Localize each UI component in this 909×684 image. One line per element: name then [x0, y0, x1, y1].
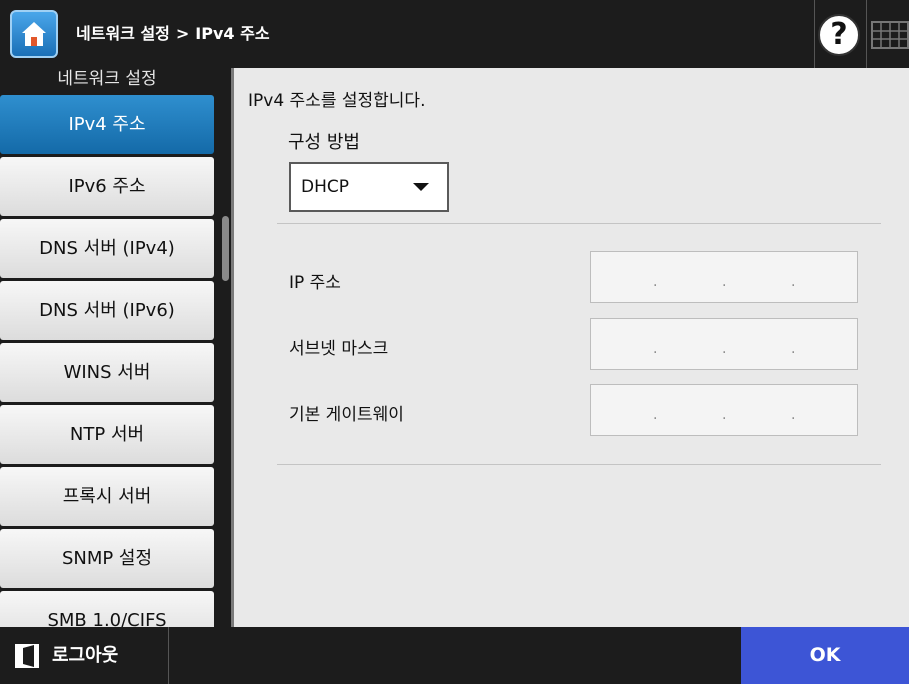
main-panel: IPv4 주소를 설정합니다. 구성 방법 DHCP IP 주소 . . . 서… — [231, 68, 909, 627]
config-method-value: DHCP — [301, 177, 349, 197]
help-button[interactable]: ? — [818, 14, 860, 56]
breadcrumb-separator: > — [175, 24, 190, 43]
header-divider — [814, 0, 815, 68]
home-icon — [22, 22, 46, 46]
header-divider — [866, 0, 867, 68]
chevron-down-icon — [413, 183, 429, 191]
divider — [277, 223, 881, 224]
octet-separator: . — [653, 274, 658, 290]
home-button[interactable] — [10, 10, 58, 58]
breadcrumb-parent[interactable]: 네트워크 설정 — [76, 24, 170, 43]
sidebar-item-dns-ipv4[interactable]: DNS 서버 (IPv4) — [0, 219, 214, 278]
octet-separator: . — [791, 274, 796, 290]
logout-icon — [15, 644, 39, 668]
divider — [277, 464, 881, 465]
sidebar-item-smb-cifs[interactable]: SMB 1.0/CIFS — [0, 591, 214, 627]
sidebar-item-wins-server[interactable]: WINS 서버 — [0, 343, 214, 402]
octet-separator: . — [653, 407, 658, 423]
sidebar-item-proxy-server[interactable]: 프록시 서버 — [0, 467, 214, 526]
header-bar: 네트워크 설정 > IPv4 주소 ? — [0, 0, 909, 68]
default-gateway-label: 기본 게이트웨이 — [289, 405, 404, 425]
sidebar-item-dns-ipv6[interactable]: DNS 서버 (IPv6) — [0, 281, 214, 340]
logout-button[interactable]: 로그아웃 — [0, 627, 168, 684]
config-method-select[interactable]: DHCP — [289, 162, 449, 212]
sidebar-item-ntp-server[interactable]: NTP 서버 — [0, 405, 214, 464]
sidebar: 네트워크 설정 IPv4 주소 IPv6 주소 DNS 서버 (IPv4) DN… — [0, 68, 231, 627]
sidebar-item-ipv4-address[interactable]: IPv4 주소 — [0, 95, 214, 154]
sidebar-item-ipv6-address[interactable]: IPv6 주소 — [0, 157, 214, 216]
keyboard-button[interactable] — [870, 16, 909, 54]
footer-divider — [168, 627, 169, 684]
subnet-mask-label: 서브넷 마스크 — [289, 339, 389, 359]
octet-separator: . — [722, 274, 727, 290]
octet-separator: . — [653, 341, 658, 357]
breadcrumb: 네트워크 설정 > IPv4 주소 — [76, 0, 270, 68]
help-icon: ? — [830, 17, 848, 52]
ok-button[interactable]: OK — [741, 627, 909, 684]
octet-separator: . — [722, 341, 727, 357]
octet-separator: . — [791, 407, 796, 423]
page-description: IPv4 주소를 설정합니다. — [248, 91, 426, 111]
subnet-mask-field[interactable]: . . . — [590, 318, 858, 370]
octet-separator: . — [791, 341, 796, 357]
sidebar-nav: IPv4 주소 IPv6 주소 DNS 서버 (IPv4) DNS 서버 (IP… — [0, 95, 214, 627]
octet-separator: . — [722, 407, 727, 423]
keyboard-icon — [871, 21, 909, 49]
sidebar-item-snmp-settings[interactable]: SNMP 설정 — [0, 529, 214, 588]
sidebar-title: 네트워크 설정 — [57, 69, 157, 89]
ip-address-field[interactable]: . . . — [590, 251, 858, 303]
logout-label: 로그아웃 — [52, 645, 119, 666]
footer-bar: 로그아웃 OK — [0, 627, 909, 684]
sidebar-scrollbar[interactable] — [218, 68, 231, 627]
scrollbar-thumb[interactable] — [222, 216, 229, 281]
config-method-label: 구성 방법 — [288, 132, 360, 153]
breadcrumb-current: IPv4 주소 — [195, 24, 270, 43]
default-gateway-field[interactable]: . . . — [590, 384, 858, 436]
ip-address-label: IP 주소 — [289, 273, 341, 293]
